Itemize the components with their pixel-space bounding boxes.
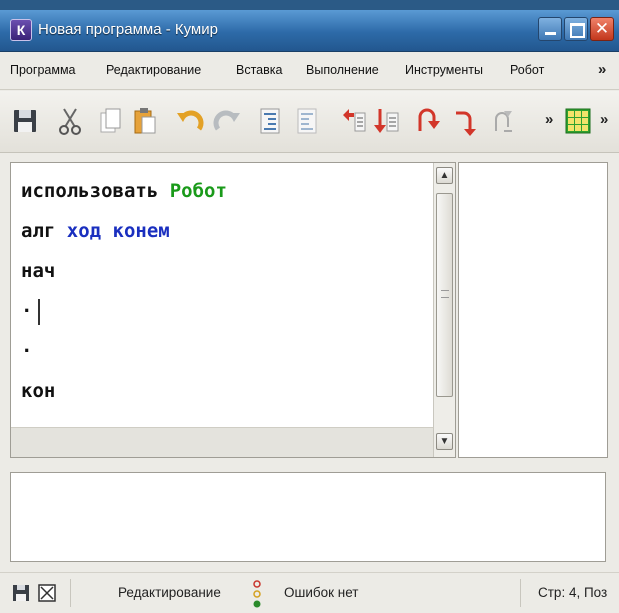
menu-robot[interactable]: Робот <box>510 63 544 77</box>
menu-tools[interactable]: Инструменты <box>405 63 483 77</box>
toolbar: » » <box>0 91 619 153</box>
window-title: Новая программа - Кумир <box>38 21 218 38</box>
step-into-icon[interactable] <box>412 105 442 137</box>
copy-icon[interactable] <box>95 105 125 137</box>
toolbar-overflow-button-2[interactable]: » <box>600 111 608 128</box>
paste-icon[interactable] <box>130 105 160 137</box>
output-console[interactable] <box>10 472 606 562</box>
status-errors: Ошибок нет <box>284 585 359 600</box>
code-line[interactable]: нач <box>21 251 227 291</box>
code-line[interactable]: · <box>21 291 227 331</box>
step-icon[interactable] <box>372 105 402 137</box>
stop-icon[interactable] <box>488 105 518 137</box>
menu-overflow-button[interactable]: » <box>598 61 606 78</box>
app-window: К Новая программа - Кумир ✕ Программа Ре… <box>0 10 619 613</box>
scroll-up-icon[interactable]: ▲ <box>436 167 453 184</box>
save-icon[interactable] <box>10 105 40 137</box>
menu-edit[interactable]: Редактирование <box>106 63 201 77</box>
indent-icon[interactable] <box>255 105 285 137</box>
code-token: нач <box>21 260 56 282</box>
editor-lines: использовать Робот алг ход конем нач · ·… <box>21 171 227 411</box>
menu-bar: Программа Редактирование Вставка Выполне… <box>0 52 619 90</box>
editor-footer <box>11 427 433 457</box>
scroll-down-icon[interactable]: ▼ <box>436 433 453 450</box>
code-token: использовать <box>21 180 170 202</box>
close-icon: ✕ <box>594 19 610 38</box>
scrollbar-thumb[interactable] <box>436 193 453 397</box>
unindent-icon[interactable] <box>292 105 322 137</box>
code-line[interactable]: · <box>21 331 227 371</box>
status-cursor-position: Стр: 4, Поз <box>538 585 608 600</box>
redo-icon[interactable] <box>212 105 242 137</box>
code-line[interactable]: использовать Робот <box>21 171 227 211</box>
undo-icon[interactable] <box>175 105 205 137</box>
code-editor[interactable]: использовать Робот алг ход конем нач · ·… <box>10 162 456 458</box>
margin-panel[interactable] <box>458 162 608 458</box>
menu-program[interactable]: Программа <box>10 63 76 77</box>
step-out-icon[interactable] <box>448 105 478 137</box>
minimize-button[interactable] <box>538 17 562 41</box>
toolbar-overflow-button[interactable]: » <box>545 111 553 128</box>
kumir-app-icon: К <box>10 19 32 41</box>
cut-icon[interactable] <box>55 105 85 137</box>
traffic-light-icon <box>252 580 262 608</box>
code-token: алг <box>21 220 67 242</box>
title-bar[interactable]: К Новая программа - Кумир ✕ <box>0 10 619 52</box>
code-token-algorithm-name: ход конем <box>66 220 170 242</box>
close-file-icon[interactable] <box>38 584 56 602</box>
menu-insert[interactable]: Вставка <box>236 63 282 77</box>
vertical-scrollbar[interactable]: ▲ ▼ <box>433 163 455 457</box>
code-token-module: Робот <box>169 180 227 202</box>
code-token: · <box>21 300 33 322</box>
robot-field-icon[interactable] <box>563 105 593 137</box>
status-mode: Редактирование <box>118 585 221 600</box>
code-token: · <box>21 340 33 362</box>
status-bar: Редактирование Ошибок нет Стр: 4, Поз <box>0 572 619 613</box>
code-line[interactable]: кон <box>21 371 227 411</box>
run-icon[interactable] <box>338 105 368 137</box>
menu-run[interactable]: Выполнение <box>306 63 379 77</box>
code-line[interactable]: алг ход конем <box>21 211 227 251</box>
maximize-button[interactable] <box>564 17 588 41</box>
text-caret <box>38 298 41 325</box>
code-token: кон <box>21 380 56 402</box>
close-button[interactable]: ✕ <box>590 17 614 41</box>
save-icon[interactable] <box>12 584 30 602</box>
